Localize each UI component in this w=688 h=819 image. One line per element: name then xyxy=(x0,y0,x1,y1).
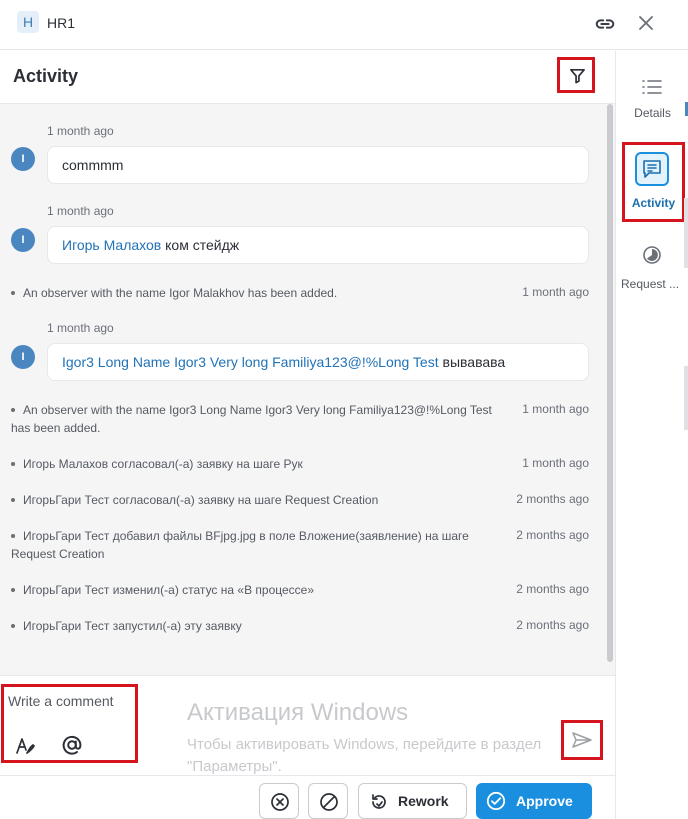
event-entry: ИгорьГари Тест согласовал(-а) заявку на … xyxy=(11,491,501,509)
comment-box xyxy=(1,684,138,763)
block-icon xyxy=(320,793,338,811)
comment-input[interactable] xyxy=(8,693,128,709)
bullet xyxy=(11,407,15,412)
event-time: 1 month ago xyxy=(522,285,589,299)
comment-text: ком стейдж xyxy=(161,237,240,253)
text-format-icon[interactable] xyxy=(15,735,37,757)
comment-time: 1 month ago xyxy=(47,321,114,335)
watermark-line: "Параметры". xyxy=(187,758,282,775)
event-entry: ИгорьГари Тест запустил(-а) эту заявку xyxy=(11,617,501,635)
activity-panel: Activity 1 month ago I commmm 1 month ag… xyxy=(0,51,615,819)
check-circle-icon xyxy=(486,791,506,811)
avatar: I xyxy=(11,228,35,252)
avatar: I xyxy=(11,147,35,171)
activity-title: Activity xyxy=(13,66,79,86)
bullet xyxy=(11,290,15,295)
watermark-text: Чтобы активировать Windows, перейдите в … xyxy=(187,734,607,778)
event-entry: ИгорьГари Тест добавил файлы BFjpg.jpg в… xyxy=(11,527,501,563)
avatar: I xyxy=(11,345,35,369)
rail-item-activity[interactable]: Activity xyxy=(622,142,685,222)
event-text: ИгорьГари Тест изменил(-а) статус на «В … xyxy=(23,583,315,597)
send-icon xyxy=(572,732,592,748)
event-entry: An observer with the name Igor Malakhov … xyxy=(11,284,501,302)
event-time: 2 months ago xyxy=(516,492,589,506)
comment-text: вывавава xyxy=(438,354,506,370)
bullet xyxy=(11,461,15,466)
rail-label-activity: Activity xyxy=(631,196,676,210)
event-entry: Игорь Малахов согласовал(-а) заявку на ш… xyxy=(11,455,501,473)
comment-time: 1 month ago xyxy=(47,204,114,218)
close-icon[interactable] xyxy=(636,13,656,33)
action-footer: Rework Approve xyxy=(0,775,615,819)
side-rail: Details Activity Request ... xyxy=(615,51,688,819)
event-text: An observer with the name Igor3 Long Nam… xyxy=(11,403,492,435)
event-time: 2 months ago xyxy=(516,528,589,542)
rework-icon xyxy=(372,794,386,809)
event-entry: ИгорьГари Тест изменил(-а) статус на «В … xyxy=(11,581,501,599)
comment-time: 1 month ago xyxy=(47,124,114,138)
chat-icon xyxy=(643,160,661,178)
comment-bubble: commmm xyxy=(47,146,589,184)
edge-fragment xyxy=(684,198,688,268)
bullet xyxy=(11,533,15,538)
rail-item-details[interactable]: Details xyxy=(616,51,688,131)
bullet xyxy=(11,587,15,592)
feed-scrollbar[interactable] xyxy=(607,104,613,662)
filter-icon xyxy=(570,68,585,84)
mention-icon[interactable] xyxy=(60,733,84,757)
activity-header: Activity xyxy=(0,51,615,104)
user-mention-link[interactable]: Igor3 Long Name Igor3 Very long Familiya… xyxy=(62,354,439,370)
event-text: ИгорьГари Тест запустил(-а) эту заявку xyxy=(23,619,242,633)
comment-bubble: Игорь Малахов ком стейдж xyxy=(47,226,589,264)
event-text: ИгорьГари Тест добавил файлы BFjpg.jpg в… xyxy=(11,529,469,561)
send-button[interactable] xyxy=(561,720,603,760)
activity-feed: 1 month ago I commmm 1 month ago I Игорь… xyxy=(0,104,615,675)
request-pie-icon xyxy=(643,246,661,264)
comment-composer: Активация Windows Чтобы активировать Win… xyxy=(0,675,615,775)
list-icon xyxy=(642,80,662,94)
reject-button[interactable] xyxy=(259,783,299,819)
approve-button[interactable]: Approve xyxy=(476,783,592,819)
event-text: ИгорьГари Тест согласовал(-а) заявку на … xyxy=(23,493,379,507)
event-time: 2 months ago xyxy=(516,618,589,632)
bullet xyxy=(11,497,15,502)
approve-label: Approve xyxy=(516,793,573,809)
close-circle-icon xyxy=(271,793,289,811)
window-header: H HR1 xyxy=(0,0,688,50)
rail-label-request[interactable]: Request ... xyxy=(619,277,687,291)
window-title: HR1 xyxy=(47,15,76,31)
watermark-title: Активация Windows xyxy=(187,699,409,726)
event-time: 1 month ago xyxy=(522,402,589,416)
rail-label-details: Details xyxy=(634,106,671,120)
comment-bubble: Igor3 Long Name Igor3 Very long Familiya… xyxy=(47,343,589,381)
edge-fragment xyxy=(684,366,688,430)
watermark-line: Чтобы активировать Windows, перейдите в … xyxy=(187,736,542,753)
event-text: Игорь Малахов согласовал(-а) заявку на ш… xyxy=(23,457,303,471)
activity-icon-wrap xyxy=(635,152,669,186)
rework-label: Rework xyxy=(398,793,449,809)
filter-button[interactable] xyxy=(557,57,595,93)
bullet xyxy=(11,623,15,628)
process-badge: H xyxy=(17,11,39,33)
link-icon[interactable] xyxy=(594,13,616,35)
user-mention-link[interactable]: Игорь Малахов xyxy=(62,237,161,253)
event-text: An observer with the name Igor Malakhov … xyxy=(23,286,338,300)
cancel-button[interactable] xyxy=(308,783,348,819)
event-time: 2 months ago xyxy=(516,582,589,596)
event-time: 1 month ago xyxy=(522,456,589,470)
event-entry: An observer with the name Igor3 Long Nam… xyxy=(11,401,501,437)
comment-text: commmm xyxy=(62,157,124,173)
rework-button[interactable]: Rework xyxy=(358,783,467,819)
